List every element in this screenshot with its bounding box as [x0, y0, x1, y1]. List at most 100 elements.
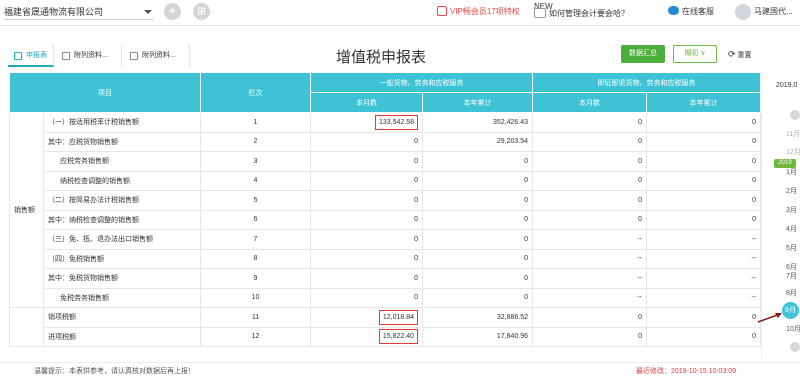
apps-icon[interactable]: ⊞: [193, 3, 210, 20]
refund-month-cell[interactable]: 0: [532, 131, 647, 152]
row-name: 免税劳务销售额: [43, 287, 201, 308]
user-name: 马建国代...: [754, 7, 793, 16]
general-month-cell[interactable]: 0: [310, 151, 423, 172]
general-year-cell[interactable]: 0: [422, 190, 533, 211]
general-month-cell[interactable]: 0: [310, 229, 423, 250]
table-row: （三）免、抵、退办法出口销售额 7 0 0 -- --: [10, 229, 761, 250]
general-year-cell[interactable]: 0: [422, 170, 533, 191]
general-month-cell[interactable]: 12,018.84: [310, 307, 423, 328]
general-month-cell[interactable]: 0: [310, 209, 423, 230]
company-select[interactable]: 福建省晟通物流有限公司: [4, 4, 154, 20]
header-general: 一般货物、劳务和应税服务: [310, 72, 533, 93]
refund-month-cell[interactable]: --: [532, 287, 647, 308]
refund-year-cell[interactable]: 0: [646, 209, 761, 230]
refund-month-cell[interactable]: 0: [532, 112, 647, 133]
general-month-cell[interactable]: 0: [310, 268, 423, 289]
refund-year-cell[interactable]: --: [646, 287, 761, 308]
row-number: 4: [200, 170, 311, 191]
row-number: 8: [200, 248, 311, 269]
header-month: 本月数: [310, 92, 423, 113]
general-month-cell[interactable]: 0: [310, 170, 423, 191]
row-name: 销项税额: [43, 307, 201, 328]
general-year-cell[interactable]: 32,886.52: [422, 307, 533, 328]
tab-attachment-1[interactable]: 附列资料...: [56, 44, 122, 67]
refund-year-cell[interactable]: 0: [646, 131, 761, 152]
table-row: 销售额 （一）按适用税率计税销售额 1 133,542.58 352,426.43 0 0: [9, 112, 761, 308]
refund-month-cell[interactable]: 0: [532, 151, 647, 172]
refund-month-cell[interactable]: 0: [532, 307, 647, 328]
refund-year-cell[interactable]: 0: [646, 190, 761, 211]
refund-year-cell[interactable]: 0: [646, 326, 761, 347]
refund-year-cell[interactable]: --: [646, 268, 761, 289]
refund-year-cell[interactable]: 0: [646, 112, 761, 133]
general-month-cell[interactable]: 15,822.40: [310, 326, 423, 347]
refund-month-cell[interactable]: --: [532, 248, 647, 269]
general-year-cell[interactable]: 0: [422, 209, 533, 230]
month-item[interactable]: 11月: [786, 129, 800, 139]
table-row: （四）免税销售额 8 0 0 -- --: [10, 248, 761, 269]
chevron-down-icon[interactable]: [790, 342, 800, 352]
month-item[interactable]: 10月: [786, 324, 800, 334]
month-item[interactable]: 4月: [786, 224, 797, 234]
general-month-cell[interactable]: 0: [310, 190, 423, 211]
general-year-cell[interactable]: 0: [422, 268, 533, 289]
tab-declaration[interactable]: 申报表: [8, 44, 54, 67]
month-item[interactable]: 7月: [786, 271, 797, 281]
month-item[interactable]: 5月: [786, 243, 797, 253]
refund-month-cell[interactable]: --: [532, 268, 647, 289]
chat-icon: [668, 6, 679, 15]
general-year-cell[interactable]: 17,840.96: [422, 326, 533, 347]
general-year-cell[interactable]: 0: [422, 229, 533, 250]
period-button[interactable]: 期初 ∨: [673, 45, 717, 63]
reset-label: 重置: [737, 52, 752, 59]
row-name: 纳税检查调整的销售额: [43, 170, 201, 191]
refund-month-cell[interactable]: 0: [532, 209, 647, 230]
document-icon: [62, 52, 70, 60]
vip-icon: [437, 6, 447, 16]
row-name: 应税劳务销售额: [43, 151, 201, 172]
general-year-cell[interactable]: 0: [422, 151, 533, 172]
refund-year-cell[interactable]: --: [646, 248, 761, 269]
refund-year-cell[interactable]: 0: [646, 151, 761, 172]
general-month-cell[interactable]: 0: [310, 287, 423, 308]
vip-link[interactable]: VIP畅会员17项特权: [437, 6, 520, 18]
header-year: 本年累计: [646, 92, 761, 113]
add-icon[interactable]: +: [164, 3, 181, 20]
refund-month-cell[interactable]: 0: [532, 170, 647, 191]
general-month-cell[interactable]: 133,542.58: [310, 112, 423, 133]
online-service-link[interactable]: 在线客服: [668, 6, 714, 18]
month-item[interactable]: 8月: [786, 288, 797, 298]
chevron-up-icon[interactable]: [790, 110, 800, 120]
message-icon: [534, 8, 546, 18]
reset-button[interactable]: ⟳ 重置: [728, 49, 752, 61]
summary-button[interactable]: 数据汇总: [621, 45, 665, 63]
row-number: 2: [200, 131, 311, 152]
header-refund: 即征即退货物、劳务和应税服务: [532, 72, 761, 93]
general-year-cell[interactable]: 0: [422, 287, 533, 308]
highlighted-value: 133,542.58: [374, 114, 418, 130]
tab-attachment-2[interactable]: 附列资料...: [124, 44, 190, 67]
month-item[interactable]: 3月: [786, 205, 797, 215]
service-label: 在线客服: [682, 7, 714, 16]
month-item[interactable]: 2月: [786, 186, 797, 196]
refund-month-cell[interactable]: 0: [532, 326, 647, 347]
group-label: 销售额: [9, 112, 44, 308]
general-year-cell[interactable]: 29,203.54: [422, 131, 533, 152]
refund-year-cell[interactable]: 0: [646, 307, 761, 328]
general-month-cell[interactable]: 0: [310, 248, 423, 269]
general-year-cell[interactable]: 352,426.43: [422, 112, 533, 133]
month-item[interactable]: 12月: [786, 147, 800, 157]
row-number: 9: [200, 268, 311, 289]
month-item[interactable]: 1月: [786, 167, 797, 177]
refund-year-cell[interactable]: --: [646, 229, 761, 250]
general-month-cell[interactable]: 0: [310, 131, 423, 152]
refund-year-cell[interactable]: 0: [646, 170, 761, 191]
row-number: 1: [200, 112, 311, 133]
table-row: 免税劳务销售额 10 0 0 -- --: [10, 287, 761, 308]
refund-month-cell[interactable]: --: [532, 229, 647, 250]
year-label: 2019.0: [776, 82, 798, 89]
refund-month-cell[interactable]: 0: [532, 190, 647, 211]
general-year-cell[interactable]: 0: [422, 248, 533, 269]
tip-link[interactable]: 如何管理会计要会哈？: [534, 8, 629, 20]
user-menu[interactable]: 马建国代...: [735, 3, 793, 21]
